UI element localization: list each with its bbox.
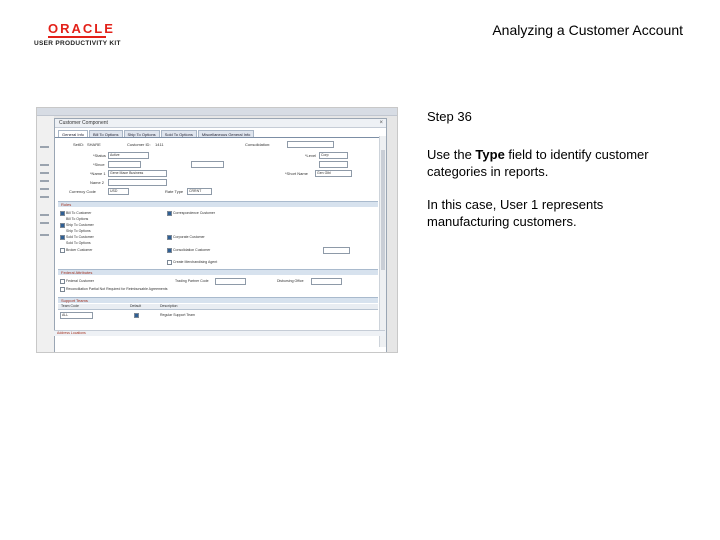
consolidation-checkbox[interactable] <box>167 248 172 253</box>
name1-field[interactable]: Gene Mace Business <box>108 170 167 177</box>
bill-to-checkbox[interactable] <box>60 211 65 216</box>
col-description: Description <box>160 304 178 308</box>
app-menubar <box>37 108 397 116</box>
federal-customer-label: Federal Customer <box>66 279 95 283</box>
team-default-checkbox[interactable] <box>134 313 139 318</box>
corporate-checkbox[interactable] <box>167 235 172 240</box>
roles-section-header: Roles <box>58 201 378 207</box>
trading-partner-field[interactable] <box>215 278 246 285</box>
trading-partner-label: Trading Partner Code <box>175 279 209 283</box>
logo-rule <box>48 36 106 38</box>
correspondence-label: Correspondence Customer <box>173 211 216 215</box>
rate-type-label: Rate Type <box>165 189 184 194</box>
bill-to-label: Bill To Customer <box>66 211 92 215</box>
reconciliation-checkbox[interactable] <box>60 287 65 292</box>
rate-type-field[interactable]: CRRNT <box>187 188 212 195</box>
currency-label: Currency Code <box>69 189 96 194</box>
name2-label: Name 2 <box>90 180 105 185</box>
col-default: Default <box>130 304 142 308</box>
support-teams-header: Support Teams <box>58 297 378 303</box>
status-label: *Status <box>93 153 106 158</box>
date-field[interactable] <box>191 161 224 168</box>
federal-section-header: Federal Attributes <box>58 269 378 275</box>
tab-misc-general-info[interactable]: Miscellaneous General Info <box>197 130 255 137</box>
customer-component-dialog: Customer Component × General Info Bill T… <box>54 118 387 352</box>
oracle-upk-logo: ORACLE USER PRODUCTIVITY KIT <box>34 22 134 47</box>
disbursing-office-label: Disbursing Office <box>277 279 304 283</box>
ship-to-label: Ship To Customer <box>66 223 94 227</box>
ship-to-checkbox[interactable] <box>60 223 65 228</box>
setid-value: SHARE <box>87 142 101 147</box>
setid-label: SetID: <box>73 142 85 147</box>
federal-customer-checkbox[interactable] <box>60 279 65 284</box>
short-name-label: *Short Name <box>285 171 308 176</box>
customer-id-value: 1411 <box>155 142 164 147</box>
support-grid-header: Team Code Default Description <box>58 304 378 310</box>
since-label: *Since <box>93 162 105 167</box>
customer-id-label: Customer ID: <box>127 142 151 147</box>
type-field-keyword: Type <box>475 147 505 162</box>
bill-to-options-link[interactable]: Bill To Options <box>66 217 88 221</box>
scrollbar-thumb[interactable] <box>381 150 385 270</box>
broker-label: Broker Customer <box>66 248 93 252</box>
correspondence-checkbox[interactable] <box>167 211 172 216</box>
name2-field[interactable] <box>108 179 167 186</box>
short-name-field[interactable]: Gen Glbl <box>315 170 352 177</box>
page-title: Analyzing a Customer Account <box>492 22 683 38</box>
tab-ship-to-options[interactable]: Ship To Options <box>123 130 160 137</box>
instruction-paragraph-2: In this case, User 1 represents manufact… <box>427 197 604 229</box>
instruction-paragraph-1: Use the Type field to identify customer … <box>427 146 687 180</box>
currency-field[interactable]: USD <box>108 188 129 195</box>
team-code-field[interactable]: ALL <box>60 312 93 319</box>
corporate-label: Corporate Customer <box>173 235 205 239</box>
instruction-panel: Step 36 Use the Type field to identify c… <box>427 108 687 246</box>
app-left-rail <box>37 116 54 352</box>
ship-to-options-link[interactable]: Ship To Options <box>66 229 91 233</box>
close-icon[interactable]: × <box>379 119 383 127</box>
step-number: Step 36 <box>427 109 472 124</box>
disbursing-office-field[interactable] <box>311 278 342 285</box>
col-team-code: Team Code <box>61 304 79 308</box>
dialog-title-bar: Customer Component × <box>55 119 386 128</box>
sold-to-checkbox[interactable] <box>60 235 65 240</box>
dialog-scrollbar[interactable] <box>379 136 386 347</box>
dialog-tabs: General Info Bill To Options Ship To Opt… <box>55 128 386 138</box>
type-select[interactable] <box>319 161 348 168</box>
consolidation-select[interactable] <box>287 141 334 148</box>
team-description: Regular Support Team <box>160 313 195 317</box>
status-select[interactable]: Active <box>108 152 149 159</box>
broker-checkbox[interactable] <box>60 248 65 253</box>
name1-label: *Name 1 <box>90 171 106 176</box>
address-locations-header: Address Locations <box>54 330 385 336</box>
dialog-title: Customer Component <box>59 120 108 126</box>
tab-sold-to-options[interactable]: Sold To Options <box>160 130 197 137</box>
consolidation-customer-field[interactable] <box>323 247 350 254</box>
para1-pre: Use the <box>427 147 476 162</box>
reconciliation-label: Reconciliation Partial Not Required for … <box>66 287 168 291</box>
consolidation-customer-label: Consolidation Customer <box>173 248 211 252</box>
level-label: *Level <box>305 153 317 158</box>
logo-subtitle: USER PRODUCTIVITY KIT <box>34 40 121 47</box>
tab-bill-to-options[interactable]: Bill To Options <box>89 130 123 137</box>
sold-to-label: Sold To Customer <box>66 235 94 239</box>
tab-general-info[interactable]: General Info <box>58 130 89 137</box>
application-screenshot: Customer Component × General Info Bill T… <box>36 107 398 353</box>
logo-brand: ORACLE <box>48 21 115 36</box>
merchandising-agent-checkbox[interactable] <box>167 260 172 265</box>
merchandising-agent-label: Create Merchandising Agent <box>173 260 218 264</box>
consolidation-label: Consolidation: <box>245 142 271 147</box>
since-date-field[interactable] <box>108 161 141 168</box>
sold-to-options-link[interactable]: Sold To Options <box>66 241 91 245</box>
level-select[interactable]: Corp <box>319 152 348 159</box>
